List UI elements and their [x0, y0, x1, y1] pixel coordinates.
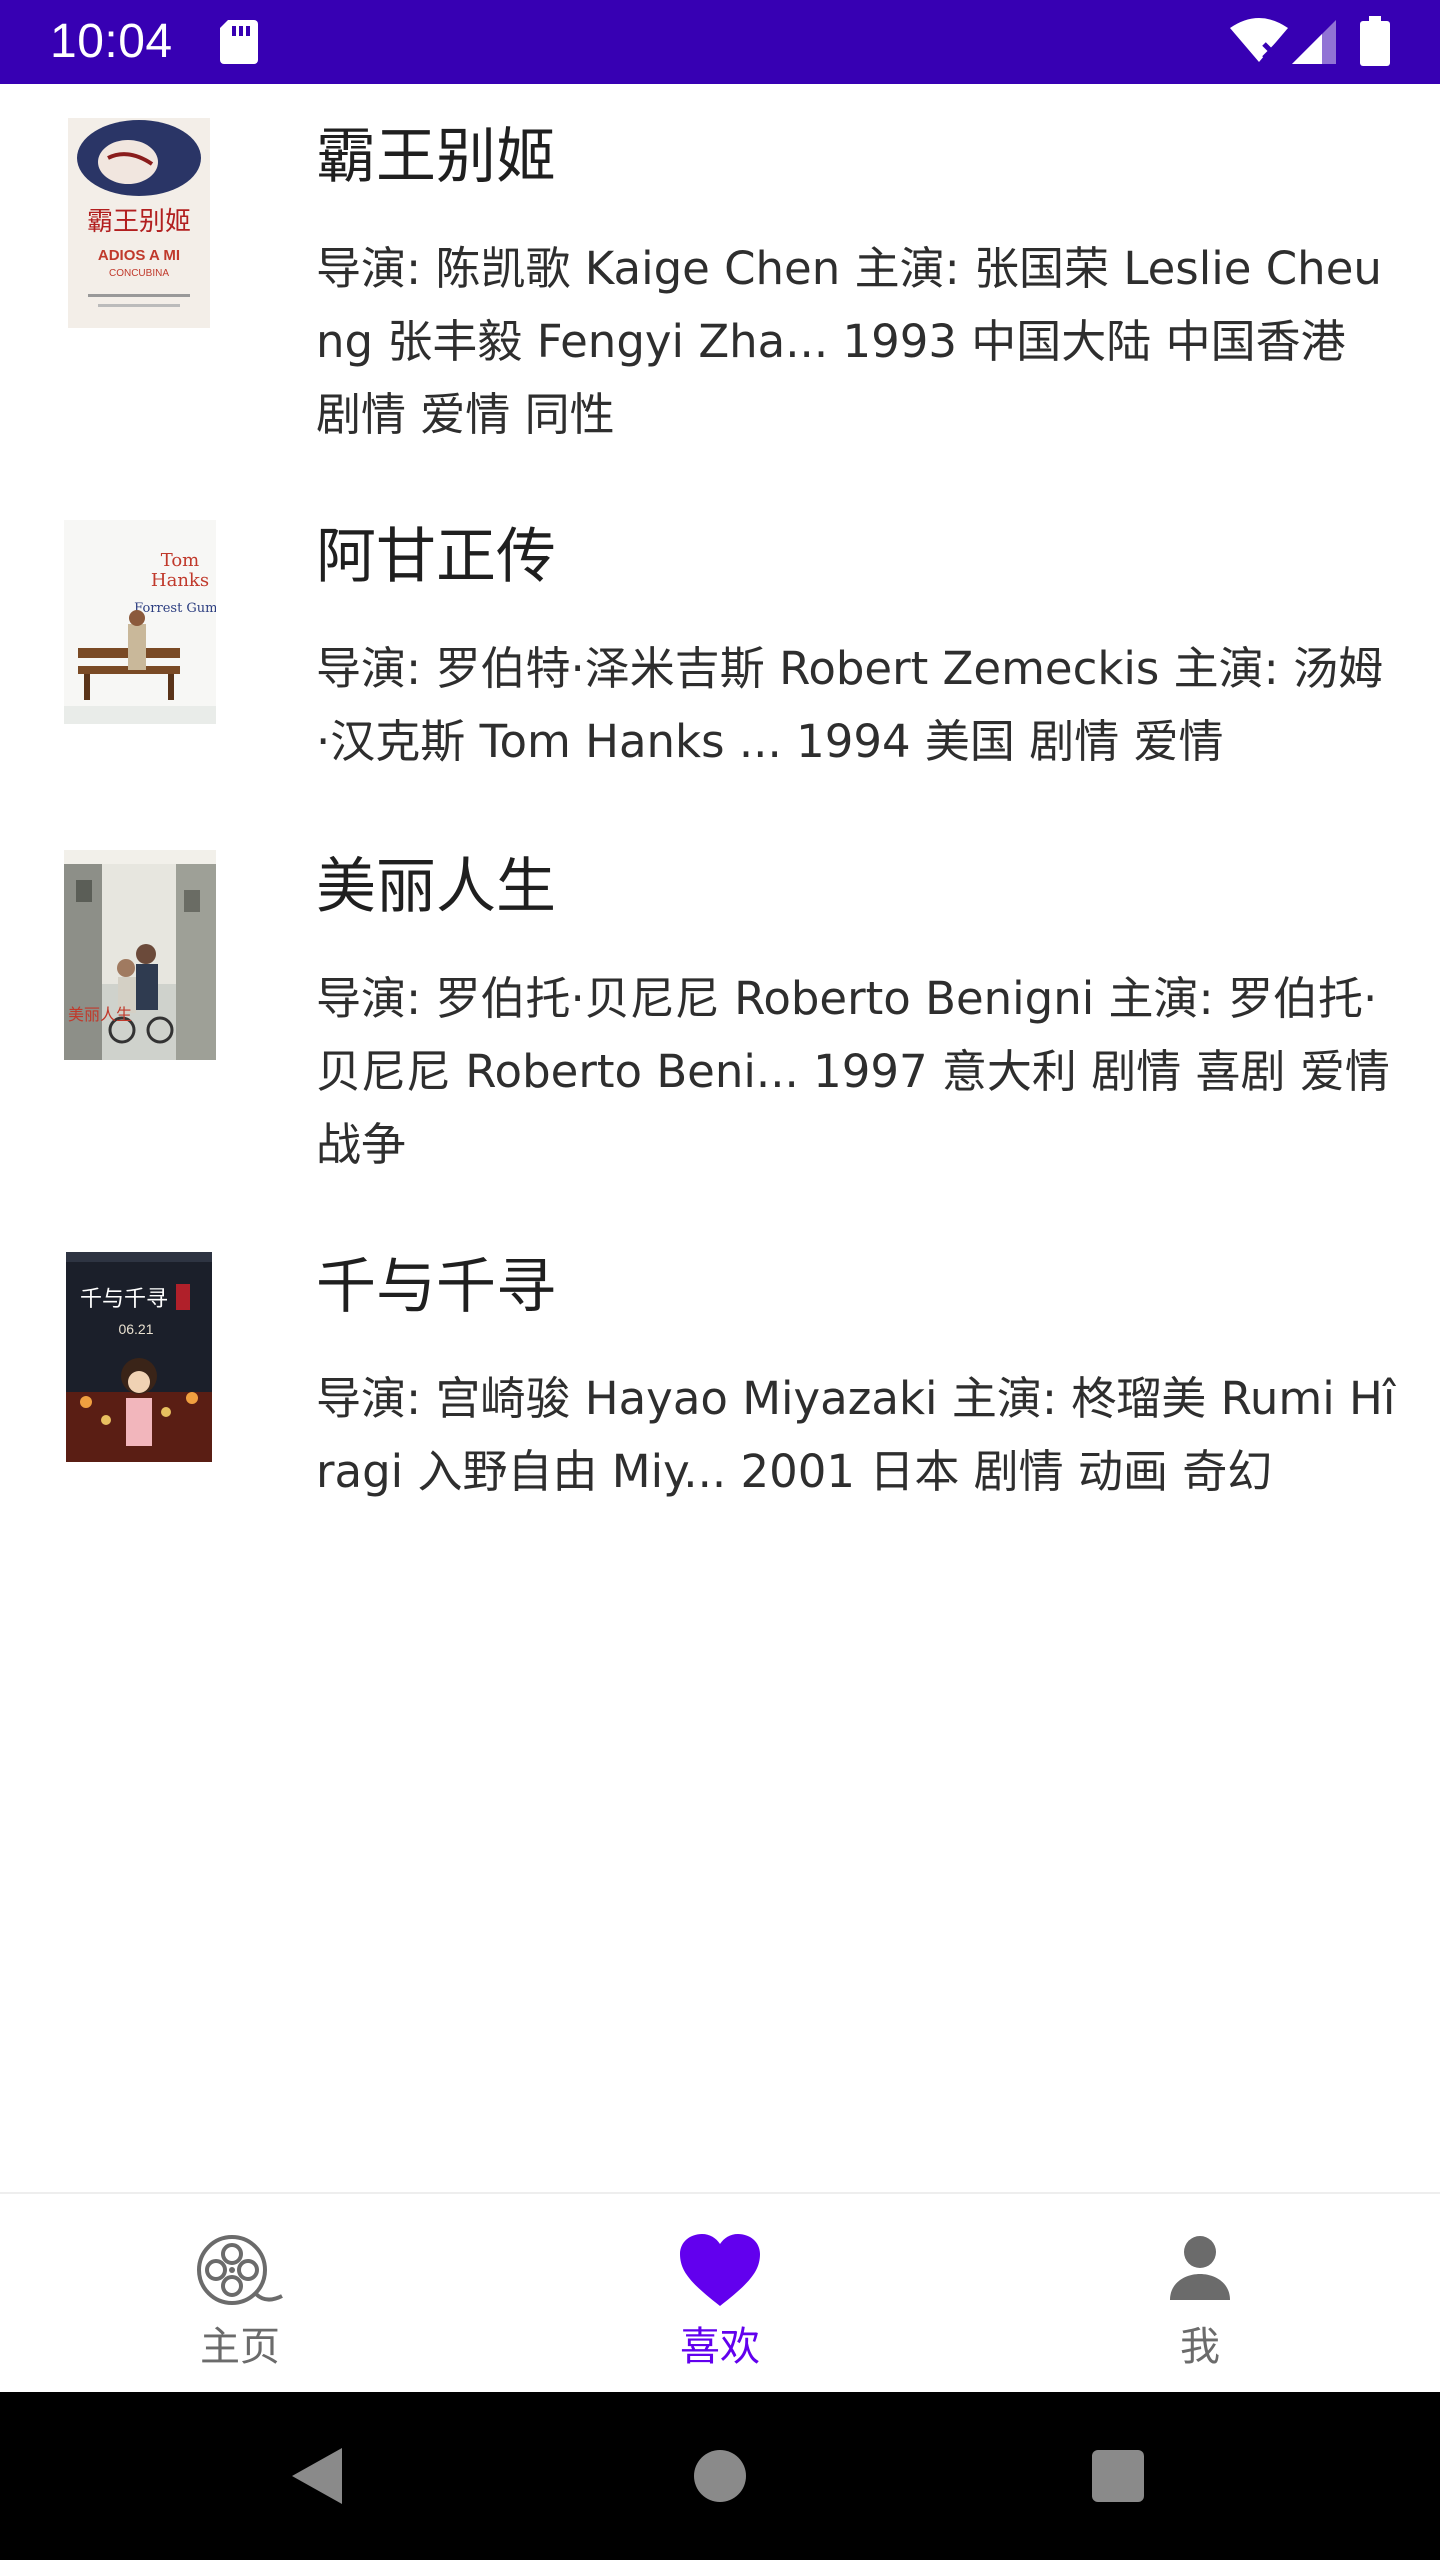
status-time: 10:04 — [50, 15, 173, 68]
movie-title: 霸王别姬 — [316, 122, 556, 192]
movie-poster: 霸王别姬 ADIOS A MI CONCUBINA — [68, 118, 210, 328]
person-icon — [1152, 2230, 1248, 2310]
status-bar: 10:04 — [0, 0, 1440, 84]
system-navigation-bar — [0, 2392, 1440, 2560]
poster-caption-text: Forrest Gump — [134, 601, 216, 616]
nav-tab-profile-label: 我 — [1180, 2324, 1220, 2370]
movie-poster: Tom Hanks Forrest Gump — [64, 520, 216, 724]
poster-title-text: 千与千寻 — [80, 1287, 168, 1312]
poster-subtitle-text: ADIOS A MI — [98, 247, 180, 264]
recents-icon[interactable] — [1082, 2440, 1154, 2512]
sd-card-icon — [220, 20, 258, 64]
movie-list-item[interactable]: 千与千寻 06.21 千与千寻 导演: 宫崎骏 Hayao Miyazaki 主… — [0, 1214, 1440, 1634]
poster-subtitle-text: 06.21 — [118, 1321, 153, 1337]
poster-caption-text: CONCUBINA — [109, 268, 169, 279]
movie-poster: 千与千寻 06.21 — [66, 1252, 212, 1462]
film-reel-icon — [192, 2230, 288, 2310]
movie-title: 阿甘正传 — [316, 522, 556, 592]
back-icon[interactable] — [282, 2440, 354, 2512]
nav-tab-favorites-label: 喜欢 — [680, 2324, 760, 2370]
poster-title-text: Tom — [161, 550, 200, 571]
movie-poster: 美丽人生 — [64, 850, 216, 1060]
movie-description: 导演: 罗伯托·贝尼尼 Roberto Benigni 主演: 罗伯托·贝尼尼 … — [316, 972, 1390, 1171]
poster-subtitle-text: Hanks — [151, 570, 209, 591]
movie-list-item[interactable]: 霸王别姬 ADIOS A MI CONCUBINA 霸王别姬 导演: 陈凯歌 K… — [0, 84, 1440, 484]
movie-description: 导演: 陈凯歌 Kaige Chen 主演: 张国荣 Leslie Cheung… — [316, 242, 1382, 441]
poster-title-text: 霸王别姬 — [87, 207, 191, 237]
movie-list-item[interactable]: Tom Hanks Forrest Gump 阿甘正传 导演: 罗伯特·泽米吉斯… — [0, 484, 1440, 814]
battery-icon — [1360, 16, 1390, 66]
heart-icon — [672, 2230, 768, 2310]
movie-title: 千与千寻 — [316, 1252, 556, 1322]
wifi-icon — [1230, 18, 1288, 64]
poster-title-text: 美丽人生 — [68, 1005, 132, 1024]
nav-tab-profile[interactable]: 我 — [1080, 2194, 1320, 2394]
movie-list-item[interactable]: 美丽人生 美丽人生 导演: 罗伯托·贝尼尼 Roberto Benigni 主演… — [0, 814, 1440, 1214]
bottom-navigation: 主页 喜欢 我 — [0, 2192, 1440, 2392]
home-icon[interactable] — [684, 2440, 756, 2512]
movie-title: 美丽人生 — [316, 852, 556, 922]
app-screen: 10:04 霸王别姬 ADIOS A MI CONCUBINA 霸王别姬 导演:… — [0, 0, 1440, 2560]
movie-description: 导演: 宫崎骏 Hayao Miyazaki 主演: 柊瑠美 Rumi Hîra… — [316, 1372, 1396, 1498]
movie-description: 导演: 罗伯特·泽米吉斯 Robert Zemeckis 主演: 汤姆·汉克斯 … — [316, 642, 1384, 768]
nav-tab-home-label: 主页 — [200, 2324, 280, 2370]
signal-icon — [1292, 20, 1336, 64]
nav-tab-favorites[interactable]: 喜欢 — [600, 2194, 840, 2394]
nav-tab-home[interactable]: 主页 — [120, 2194, 360, 2394]
